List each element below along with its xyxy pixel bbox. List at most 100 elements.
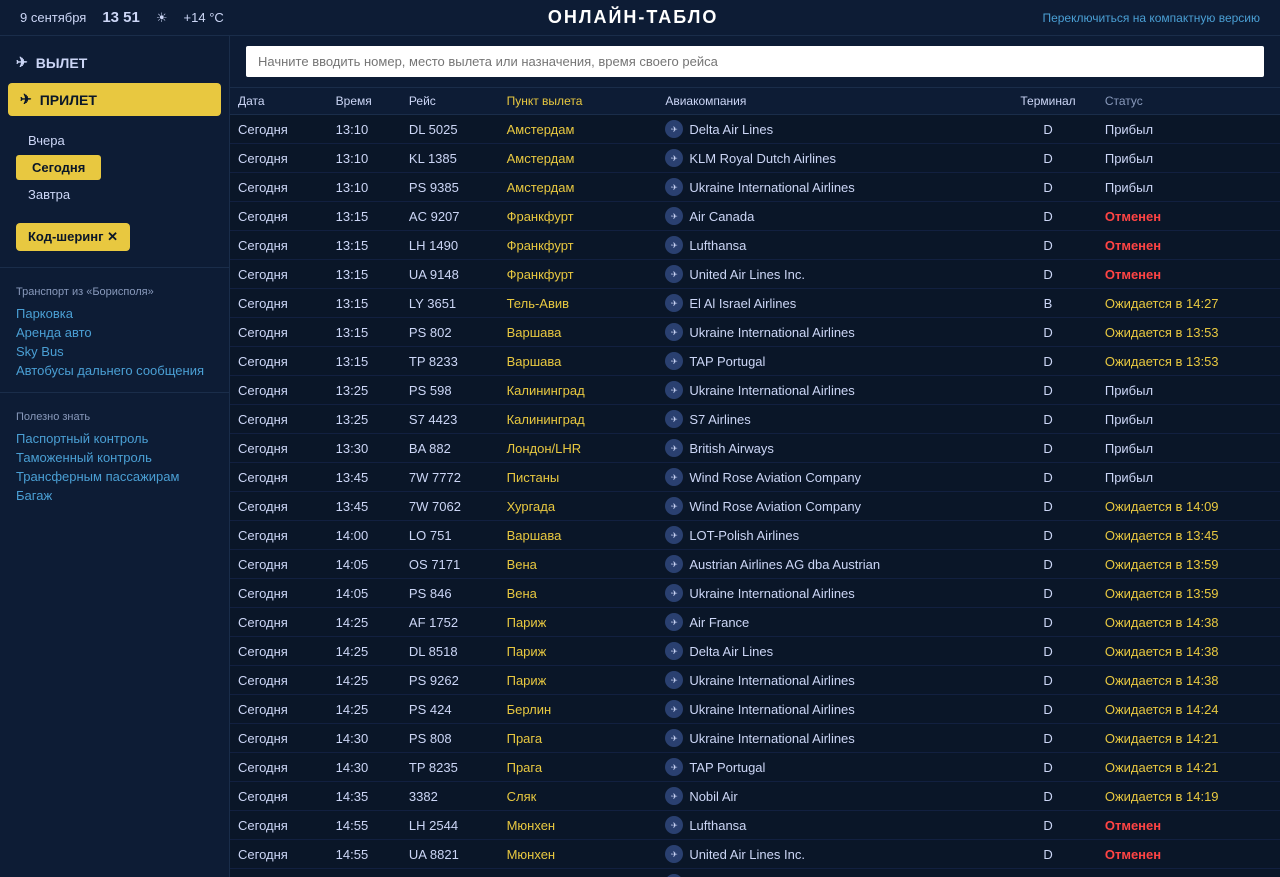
table-row[interactable]: Сегодня 13:15 AC 9207 Франкфурт ✈ Air Ca… bbox=[230, 202, 1280, 231]
table-row[interactable]: Сегодня 15:05 PS 172 Стокгольм ✈ Ukraine… bbox=[230, 869, 1280, 877]
cell-dest[interactable]: Вена bbox=[499, 550, 658, 579]
sidebar-link-rental[interactable]: Аренда авто bbox=[16, 323, 213, 342]
airline-logo-icon: ✈ bbox=[665, 323, 683, 341]
table-row[interactable]: Сегодня 13:15 UA 9148 Франкфурт ✈ United… bbox=[230, 260, 1280, 289]
sidebar-link-skybus[interactable]: Sky Bus bbox=[16, 342, 213, 361]
cell-time: 13:25 bbox=[328, 405, 401, 434]
cell-dest[interactable]: Лондон/LHR bbox=[499, 434, 658, 463]
cell-status: Прибыл bbox=[1097, 144, 1280, 173]
cell-dest[interactable]: Париж bbox=[499, 666, 658, 695]
search-input[interactable] bbox=[246, 46, 1264, 77]
cell-date: Сегодня bbox=[230, 608, 328, 637]
table-row[interactable]: Сегодня 13:15 TP 8233 Варшава ✈ TAP Port… bbox=[230, 347, 1280, 376]
cell-dest[interactable]: Калининград bbox=[499, 376, 658, 405]
table-header-row: Дата Время Рейс Пункт вылета Авиакомпани… bbox=[230, 88, 1280, 115]
table-row[interactable]: Сегодня 13:45 7W 7772 Пистаны ✈ Wind Ros… bbox=[230, 463, 1280, 492]
table-row[interactable]: Сегодня 13:25 S7 4423 Калининград ✈ S7 A… bbox=[230, 405, 1280, 434]
codeshare-button[interactable]: Код-шеринг ✕ bbox=[16, 223, 130, 251]
arrival-icon: ✈ bbox=[20, 91, 32, 108]
cell-time: 14:35 bbox=[328, 782, 401, 811]
cell-dest[interactable]: Варшава bbox=[499, 521, 658, 550]
cell-dest[interactable]: Хургада bbox=[499, 492, 658, 521]
table-row[interactable]: Сегодня 14:05 OS 7171 Вена ✈ Austrian Ai… bbox=[230, 550, 1280, 579]
cell-dest[interactable]: Париж bbox=[499, 608, 658, 637]
cell-time: 13:30 bbox=[328, 434, 401, 463]
flights-table: Дата Время Рейс Пункт вылета Авиакомпани… bbox=[230, 88, 1280, 877]
cell-dest[interactable]: Мюнхен bbox=[499, 811, 658, 840]
departure-label: ВЫЛЕТ bbox=[36, 55, 88, 71]
cell-status: Ожидается в 14:38 bbox=[1097, 608, 1280, 637]
table-row[interactable]: Сегодня 13:10 PS 9385 Амстердам ✈ Ukrain… bbox=[230, 173, 1280, 202]
cell-dest[interactable]: Амстердам bbox=[499, 173, 658, 202]
table-row[interactable]: Сегодня 13:30 BA 882 Лондон/LHR ✈ Britis… bbox=[230, 434, 1280, 463]
departure-button[interactable]: ✈ ВЫЛЕТ bbox=[0, 46, 229, 79]
table-row[interactable]: Сегодня 14:25 PS 424 Берлин ✈ Ukraine In… bbox=[230, 695, 1280, 724]
sidebar-link-parking[interactable]: Парковка bbox=[16, 304, 213, 323]
cell-dest[interactable]: Амстердам bbox=[499, 144, 658, 173]
table-row[interactable]: Сегодня 13:10 DL 5025 Амстердам ✈ Delta … bbox=[230, 115, 1280, 144]
table-row[interactable]: Сегодня 14:05 PS 846 Вена ✈ Ukraine Inte… bbox=[230, 579, 1280, 608]
col-header-status: Статус bbox=[1097, 88, 1280, 115]
table-row[interactable]: Сегодня 13:15 PS 802 Варшава ✈ Ukraine I… bbox=[230, 318, 1280, 347]
table-row[interactable]: Сегодня 13:15 LY 3651 Тель-Авив ✈ El Al … bbox=[230, 289, 1280, 318]
compact-version-link[interactable]: Переключиться на компактную версию bbox=[1042, 11, 1260, 25]
airline-logo-icon: ✈ bbox=[665, 207, 683, 225]
cell-dest[interactable]: Франкфурт bbox=[499, 260, 658, 289]
cell-dest[interactable]: Амстердам bbox=[499, 115, 658, 144]
cell-status: Прибыл bbox=[1097, 376, 1280, 405]
cell-flight: PS 424 bbox=[401, 695, 499, 724]
table-row[interactable]: Сегодня 14:00 LO 751 Варшава ✈ LOT-Polis… bbox=[230, 521, 1280, 550]
cell-dest[interactable]: Мюнхен bbox=[499, 840, 658, 869]
day-tomorrow[interactable]: Завтра bbox=[16, 182, 213, 207]
cell-dest[interactable]: Франкфурт bbox=[499, 202, 658, 231]
cell-status: Ожидается в 15:02 bbox=[1097, 869, 1280, 877]
airline-name: KLM Royal Dutch Airlines bbox=[689, 151, 836, 166]
arrival-button[interactable]: ✈ ПРИЛЕТ bbox=[8, 83, 221, 116]
table-row[interactable]: Сегодня 13:15 LH 1490 Франкфурт ✈ Luftha… bbox=[230, 231, 1280, 260]
cell-dest[interactable]: Варшава bbox=[499, 347, 658, 376]
flights-table-container[interactable]: Дата Время Рейс Пункт вылета Авиакомпани… bbox=[230, 88, 1280, 877]
table-row[interactable]: Сегодня 13:10 KL 1385 Амстердам ✈ KLM Ro… bbox=[230, 144, 1280, 173]
cell-dest[interactable]: Прага bbox=[499, 753, 658, 782]
table-row[interactable]: Сегодня 14:55 UA 8821 Мюнхен ✈ United Ai… bbox=[230, 840, 1280, 869]
cell-dest[interactable]: Калининград bbox=[499, 405, 658, 434]
table-row[interactable]: Сегодня 14:30 PS 808 Прага ✈ Ukraine Int… bbox=[230, 724, 1280, 753]
sidebar-link-customs[interactable]: Таможенный контроль bbox=[16, 448, 213, 467]
table-row[interactable]: Сегодня 14:25 AF 1752 Париж ✈ Air France… bbox=[230, 608, 1280, 637]
cell-dest[interactable]: Стокгольм bbox=[499, 869, 658, 877]
cell-status: Ожидается в 14:24 bbox=[1097, 695, 1280, 724]
cell-dest[interactable]: Берлин bbox=[499, 695, 658, 724]
day-yesterday[interactable]: Вчера bbox=[16, 128, 213, 153]
table-row[interactable]: Сегодня 14:30 TP 8235 Прага ✈ TAP Portug… bbox=[230, 753, 1280, 782]
table-row[interactable]: Сегодня 14:25 DL 8518 Париж ✈ Delta Air … bbox=[230, 637, 1280, 666]
airline-logo-icon: ✈ bbox=[665, 613, 683, 631]
table-row[interactable]: Сегодня 14:55 LH 2544 Мюнхен ✈ Lufthansa… bbox=[230, 811, 1280, 840]
day-today[interactable]: Сегодня bbox=[16, 155, 101, 180]
cell-dest[interactable]: Тель-Авив bbox=[499, 289, 658, 318]
cell-dest[interactable]: Франкфурт bbox=[499, 231, 658, 260]
sidebar-link-transfer[interactable]: Трансферным пассажирам bbox=[16, 467, 213, 486]
table-row[interactable]: Сегодня 14:35 3382 Сляк ✈ Nobil Air D Ож… bbox=[230, 782, 1280, 811]
cell-dest[interactable]: Пистаны bbox=[499, 463, 658, 492]
airline-logo-icon: ✈ bbox=[665, 265, 683, 283]
cell-dest[interactable]: Прага bbox=[499, 724, 658, 753]
table-row[interactable]: Сегодня 13:25 PS 598 Калининград ✈ Ukrai… bbox=[230, 376, 1280, 405]
sidebar-link-buses[interactable]: Автобусы дальнего сообщения bbox=[16, 361, 213, 380]
airline-name: Ukraine International Airlines bbox=[689, 702, 854, 717]
cell-date: Сегодня bbox=[230, 637, 328, 666]
table-row[interactable]: Сегодня 13:45 7W 7062 Хургада ✈ Wind Ros… bbox=[230, 492, 1280, 521]
cell-dest[interactable]: Вена bbox=[499, 579, 658, 608]
col-header-airline: Авиакомпания bbox=[657, 88, 999, 115]
sidebar-link-baggage[interactable]: Багаж bbox=[16, 486, 213, 505]
col-header-time: Время bbox=[328, 88, 401, 115]
cell-time: 14:25 bbox=[328, 666, 401, 695]
airline-name: Delta Air Lines bbox=[689, 122, 773, 137]
cell-dest[interactable]: Сляк bbox=[499, 782, 658, 811]
cell-status: Ожидается в 13:53 bbox=[1097, 318, 1280, 347]
table-row[interactable]: Сегодня 14:25 PS 9262 Париж ✈ Ukraine In… bbox=[230, 666, 1280, 695]
sidebar-link-passport[interactable]: Паспортный контроль bbox=[16, 429, 213, 448]
cell-dest[interactable]: Варшава bbox=[499, 318, 658, 347]
airline-name: TAP Portugal bbox=[689, 760, 765, 775]
cell-time: 13:15 bbox=[328, 318, 401, 347]
cell-dest[interactable]: Париж bbox=[499, 637, 658, 666]
